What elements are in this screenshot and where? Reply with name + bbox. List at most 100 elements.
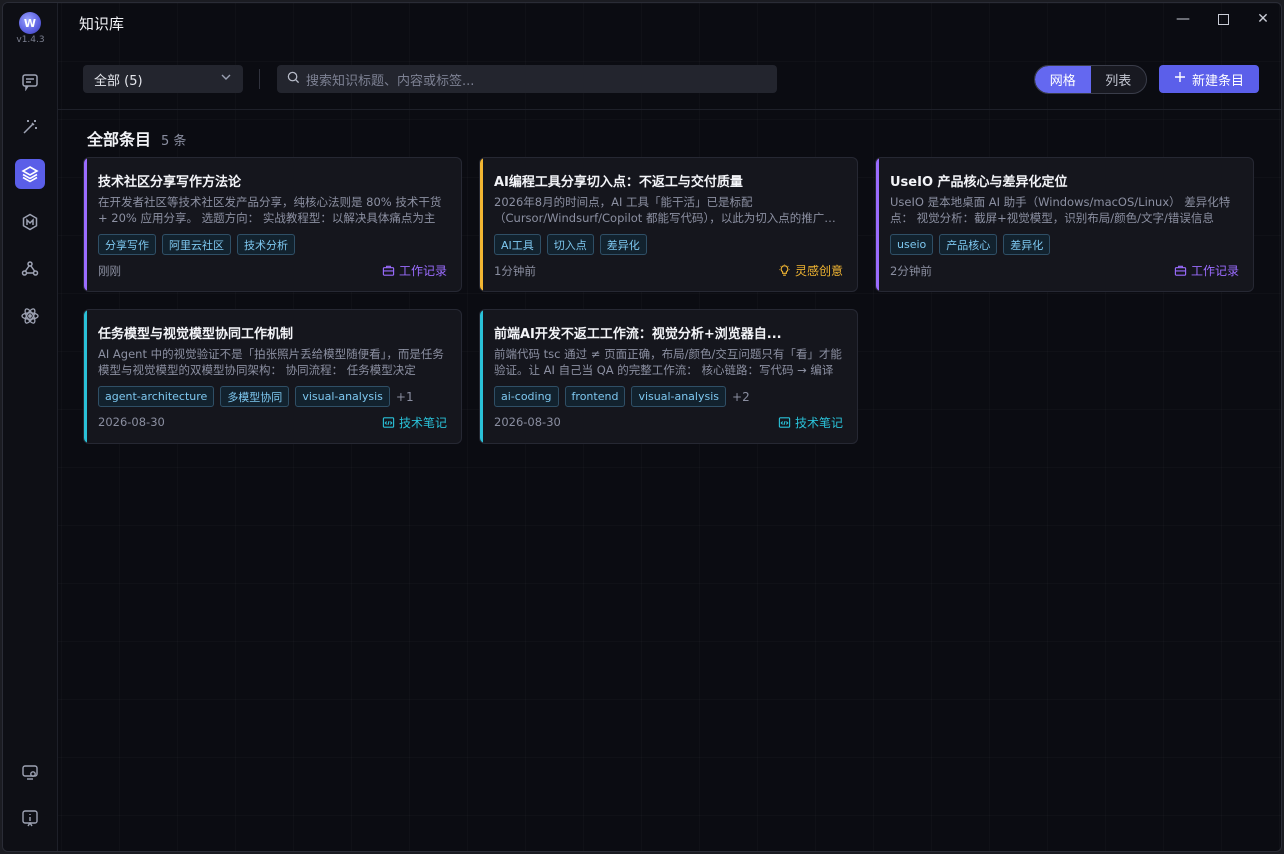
card-tags: useio 产品核心 差异化: [890, 234, 1051, 255]
card-tags: AI工具 切入点 差异化: [494, 234, 647, 255]
card-category: 技术笔记: [778, 414, 843, 431]
card-description: UseIO 是本地桌面 AI 助手（Windows/macOS/Linux） 差…: [890, 195, 1231, 225]
sidebar-settings-button[interactable]: [15, 757, 45, 787]
app-window: W v1.4.3 知识库 — ✕ 全部 (5) 搜索知识标题、内容或标签... …: [2, 2, 1282, 852]
sidebar-about-button[interactable]: [15, 803, 45, 833]
tag-chip[interactable]: 多模型协同: [220, 386, 290, 407]
filter-value: 全部 (5): [94, 73, 143, 89]
card-category-label: 工作记录: [1190, 264, 1239, 278]
close-icon: ✕: [1257, 11, 1269, 27]
sidebar-network-button[interactable]: [15, 254, 45, 284]
app-logo: W: [19, 12, 41, 34]
card-title: 任务模型与视觉模型协同工作机制: [98, 327, 294, 342]
knowledge-card[interactable]: 技术社区分享写作方法论在开发者社区等技术社区发产品分享，纯核心法则是 80% 技…: [83, 157, 462, 292]
tag-chip[interactable]: AI工具: [494, 234, 541, 255]
minimize-icon: —: [1176, 11, 1190, 27]
card-title: 技术社区分享写作方法论: [98, 175, 242, 190]
card-timestamp: 2026-08-30: [98, 415, 165, 429]
sidebar: W v1.4.3: [3, 3, 58, 851]
card-category: 工作记录: [382, 262, 447, 279]
card-description: 前端代码 tsc 通过 ≠ 页面正确，布局/颜色/交互问题只有「看」才能验证。让…: [494, 347, 842, 377]
code-icon: [382, 416, 395, 429]
card-tags: agent-architecture 多模型协同 visual-analysis +1: [98, 386, 414, 407]
info-icon: [22, 810, 38, 827]
tag-chip[interactable]: visual-analysis: [631, 386, 727, 407]
card-category-label: 技术笔记: [398, 416, 447, 430]
tag-chip[interactable]: ai-coding: [494, 386, 559, 407]
sidebar-chat-button[interactable]: [15, 66, 45, 96]
card-title: UseIO 产品核心与差异化定位: [890, 175, 1068, 190]
plus-icon: [1174, 71, 1186, 87]
tag-chip[interactable]: 差异化: [599, 234, 647, 255]
page-title: 知识库: [79, 15, 125, 33]
card-tags: 分享写作 阿里云社区 技术分析: [98, 234, 295, 255]
card-timestamp: 2分钟前: [890, 264, 932, 278]
card-category: 工作记录: [1174, 262, 1239, 279]
card-title: 前端AI开发不返工工作流：视觉分析+浏览器自...: [494, 327, 782, 342]
new-entry-button[interactable]: 新建条目: [1159, 65, 1259, 93]
section-title: 全部条目: [87, 130, 152, 149]
tag-chip[interactable]: 差异化: [1003, 234, 1051, 255]
toolbar-divider-line: [58, 109, 1281, 110]
lightbulb-icon: [778, 264, 791, 277]
maximize-icon: [1217, 13, 1229, 25]
tag-chip[interactable]: visual-analysis: [295, 386, 390, 407]
card-category: 技术笔记: [382, 414, 447, 431]
tag-chip[interactable]: agent-architecture: [98, 386, 215, 407]
app-version: v1.4.3: [16, 35, 45, 45]
tag-chip[interactable]: frontend: [564, 386, 626, 407]
card-accent-bar: [84, 310, 87, 443]
view-toggle: 网格 列表: [1034, 65, 1147, 94]
tag-chip[interactable]: 产品核心: [939, 234, 998, 255]
card-description: 在开发者社区等技术社区发产品分享，纯核心法则是 80% 技术干货 + 20% 应…: [98, 195, 442, 225]
search-input[interactable]: 搜索知识标题、内容或标签...: [277, 65, 777, 93]
more-tags-count: +1: [395, 389, 414, 404]
knowledge-card[interactable]: 前端AI开发不返工工作流：视觉分析+浏览器自... 前端代码 tsc 通过 ≠ 页…: [479, 309, 858, 444]
card-accent-bar: [480, 310, 483, 443]
minimize-button[interactable]: —: [1168, 7, 1198, 31]
search-placeholder: 搜索知识标题、内容或标签...: [306, 73, 475, 89]
tag-chip[interactable]: 阿里云社区: [162, 234, 231, 255]
maximize-button[interactable]: [1208, 7, 1238, 31]
sidebar-model-button[interactable]: [15, 207, 45, 237]
card-category-label: 灵感创意: [794, 264, 843, 278]
atom-icon: [21, 308, 39, 324]
card-timestamp: 1分钟前: [494, 264, 536, 278]
network-icon: [21, 261, 39, 276]
card-timestamp: 2026-08-30: [494, 415, 561, 429]
toolbar-divider: [259, 69, 260, 89]
card-accent-bar: [876, 158, 879, 291]
sidebar-atom-button[interactable]: [15, 301, 45, 331]
new-entry-label: 新建条目: [1191, 73, 1244, 89]
sidebar-magic-button[interactable]: [15, 112, 45, 142]
card-category: 灵感创意: [778, 262, 843, 279]
tag-chip[interactable]: 技术分析: [237, 234, 295, 255]
sidebar-knowledge-button[interactable]: [15, 159, 45, 189]
close-button[interactable]: ✕: [1248, 7, 1278, 31]
card-title: AI编程工具分享切入点：不返工与交付质量: [494, 175, 743, 190]
section-count: 5 条: [161, 134, 187, 149]
knowledge-card[interactable]: 任务模型与视觉模型协同工作机制 AI Agent 中的视觉验证不是「拍张照片丢给模…: [83, 309, 462, 444]
briefcase-icon: [382, 264, 395, 277]
category-filter-select[interactable]: 全部 (5): [83, 65, 243, 93]
model-hex-icon: [22, 213, 38, 231]
briefcase-icon: [1174, 264, 1187, 277]
card-category-label: 工作记录: [398, 264, 447, 278]
list-view-button[interactable]: 列表: [1091, 66, 1147, 93]
grid-view-button[interactable]: 网格: [1035, 66, 1091, 93]
magic-wand-icon: [23, 120, 37, 134]
layers-icon: [21, 166, 39, 183]
card-category-label: 技术笔记: [794, 416, 843, 430]
card-tags: ai-coding frontend visual-analysis +2: [494, 386, 750, 407]
tag-chip[interactable]: 分享写作: [98, 234, 156, 255]
knowledge-card[interactable]: UseIO 产品核心与差异化定位 UseIO 是本地桌面 AI 助手（Window…: [875, 157, 1254, 292]
card-description: 2026年8月的时间点，AI 工具「能干活」已是标配（Cursor/Windsu…: [494, 195, 836, 225]
card-accent-bar: [480, 158, 483, 291]
code-icon: [778, 416, 791, 429]
tag-chip[interactable]: useio: [890, 234, 934, 255]
tag-chip[interactable]: 切入点: [546, 234, 594, 255]
screen-settings-icon: [22, 765, 38, 780]
chevron-down-icon: [220, 71, 232, 87]
card-timestamp: 刚刚: [98, 264, 121, 278]
knowledge-card[interactable]: AI编程工具分享切入点：不返工与交付质量 2026年8月的时间点，AI 工具「能干…: [479, 157, 858, 292]
